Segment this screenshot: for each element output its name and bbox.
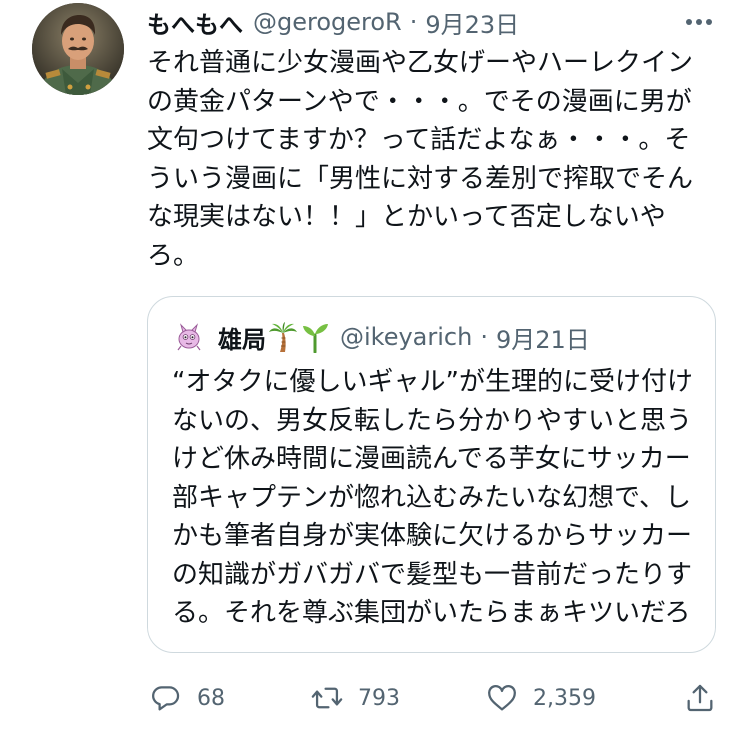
more-options-button[interactable] (682, 8, 716, 36)
header-separator: · (409, 8, 418, 36)
retweet-button[interactable]: 793 (310, 678, 400, 718)
palm-tree-emoji-icon (268, 321, 298, 353)
pink-creature-avatar-icon (177, 323, 201, 351)
quoted-text-line: の知識がガバガバで髪型も一昔前だったりす (172, 559, 693, 590)
share-icon (687, 684, 713, 712)
quoted-text-line: かも筆者自身が実体験に欠けるからサッカー (172, 521, 693, 551)
quoted-tweet-text: “オタクに優しいギャル”が生理的に受け付け ないの、男女反転したら分かりやすいと… (172, 363, 702, 633)
share-button[interactable] (683, 678, 731, 718)
more-dots-icon (686, 19, 712, 25)
like-count: 2,359 (533, 685, 596, 711)
tweet-text-line: 文句つけてますか？って話だよなぁ・・・。そ (147, 125, 691, 155)
quoted-tweet-header: 雄局 @ikeyarich · 9月21日 (174, 319, 590, 355)
tweet-text: それ普通に少女漫画や乙女げーやハーレクイン の黄金パターンやで・・・。でその漫画… (147, 44, 717, 275)
tweet-text-line: ろ。 (147, 240, 200, 271)
quoted-header-separator: · (480, 323, 488, 351)
seedling-emoji-icon (300, 321, 330, 353)
tweet-text-line: の黄金パターンやで・・・。でその漫画に男が (147, 86, 692, 117)
tweet-actions: 68 793 2,359 (145, 678, 725, 718)
quoted-text-line: る。それを尊ぶ集団がいたらまぁキツいだろ (172, 598, 691, 628)
heart-icon (488, 685, 516, 711)
quoted-tweet-card[interactable]: 雄局 @ikeyarich · 9月21日 “オタクに優しいギャル”が生理的に受 (147, 296, 716, 653)
quoted-author-avatar[interactable] (174, 322, 204, 352)
author-handle[interactable]: @gerogeroR (253, 8, 402, 36)
quoted-text-line: 部キャプテンが惚れ込むみたいな幻想で、し (172, 482, 691, 513)
quoted-text-line: けど休み時間に漫画読んでる芋女にサッカー (172, 444, 691, 474)
reply-count: 68 (197, 685, 225, 711)
quoted-author-display-name[interactable]: 雄局 (218, 320, 266, 355)
user-avatar-portrait-icon (32, 3, 124, 95)
tweet-text-line: ういう漫画に「男性に対する差別で搾取でそん (147, 163, 694, 194)
tweet-text-line: な現実はない！！」とかいって否定しないや (147, 202, 666, 232)
reply-button[interactable]: 68 (149, 678, 225, 718)
quoted-tweet-date[interactable]: 9月21日 (496, 320, 590, 355)
reply-icon (152, 686, 180, 711)
author-display-name[interactable]: もへもへ (147, 5, 243, 40)
quoted-author-handle[interactable]: @ikeyarich (340, 323, 472, 351)
retweet-icon (311, 687, 343, 709)
author-avatar[interactable] (32, 3, 124, 95)
quoted-text-line: “オタクに優しいギャル”が生理的に受け付け (172, 367, 693, 397)
retweet-count: 793 (358, 685, 400, 711)
tweet-header: もへもへ @gerogeroR · 9月23日 (147, 4, 667, 40)
quoted-text-line: ないの、男女反転したら分かりやすいと思う (172, 405, 693, 436)
tweet-date[interactable]: 9月23日 (425, 5, 519, 40)
like-button[interactable]: 2,359 (485, 678, 596, 718)
tweet-text-line: それ普通に少女漫画や乙女げーやハーレクイン (147, 48, 694, 78)
